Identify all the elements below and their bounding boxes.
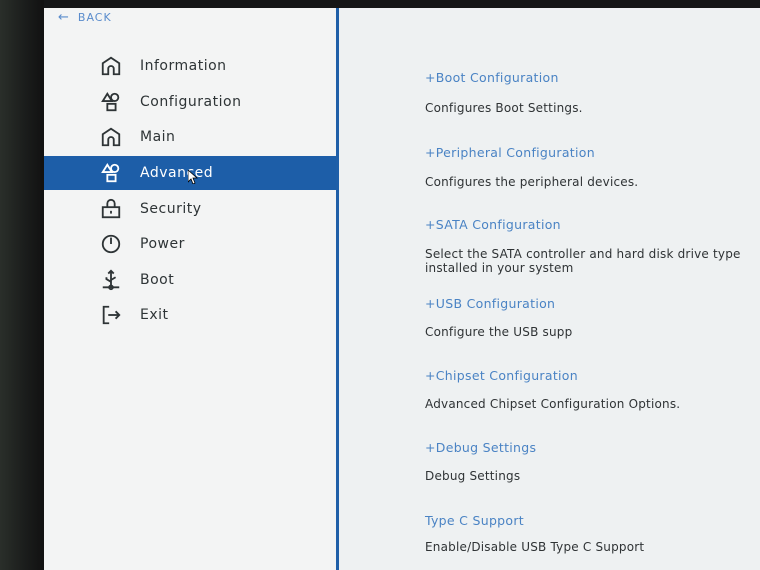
sidebar-item-configuration[interactable]: Configuration xyxy=(44,85,336,119)
main-panel: +Boot Configuration Configures Boot Sett… xyxy=(339,8,760,570)
sidebar-item-label: Advanced xyxy=(140,165,214,181)
shapes-icon xyxy=(99,90,123,114)
entry-description: Enable/Disable USB Type C Support xyxy=(425,540,645,554)
sidebar: ← BACK Information Configuration Main Ad… xyxy=(44,8,336,570)
back-button[interactable]: ← BACK xyxy=(58,10,112,25)
sidebar-item-power[interactable]: Power xyxy=(44,227,336,261)
entry-description: Configure the USB supp xyxy=(425,325,573,339)
sidebar-item-security[interactable]: Security xyxy=(44,192,336,226)
menu-entry-sata-configuration[interactable]: +SATA Configuration xyxy=(425,217,561,232)
shapes-icon xyxy=(99,161,123,185)
usb-icon xyxy=(99,268,123,292)
sidebar-item-information[interactable]: Information xyxy=(44,49,336,83)
power-icon xyxy=(99,232,123,256)
menu-entry-debug-settings[interactable]: +Debug Settings xyxy=(425,440,536,455)
bios-screen: ← BACK Information Configuration Main Ad… xyxy=(44,8,760,570)
menu-entry-usb-configuration[interactable]: +USB Configuration xyxy=(425,296,555,311)
entry-description: Configures Boot Settings. xyxy=(425,101,583,115)
menu-entry-chipset-configuration[interactable]: +Chipset Configuration xyxy=(425,368,578,383)
monitor-bezel-left xyxy=(0,0,44,570)
sidebar-item-label: Exit xyxy=(140,307,169,323)
home-icon xyxy=(99,54,123,78)
sidebar-item-label: Information xyxy=(140,58,227,74)
sidebar-item-exit[interactable]: Exit xyxy=(44,298,336,332)
entry-description: Configures the peripheral devices. xyxy=(425,175,639,189)
exit-icon xyxy=(99,303,123,327)
home-icon xyxy=(99,125,123,149)
sidebar-item-boot[interactable]: Boot xyxy=(44,263,336,297)
entry-description: Select the SATA controller and hard disk… xyxy=(425,247,741,275)
sidebar-item-label: Configuration xyxy=(140,94,242,110)
sidebar-item-main[interactable]: Main xyxy=(44,120,336,154)
menu-entry-boot-configuration[interactable]: +Boot Configuration xyxy=(425,70,559,85)
sidebar-item-label: Boot xyxy=(140,272,175,288)
menu-entry-type-c-support[interactable]: Type C Support xyxy=(425,513,524,528)
back-label: BACK xyxy=(77,11,112,24)
menu-entry-peripheral-configuration[interactable]: +Peripheral Configuration xyxy=(425,145,595,160)
entry-description: Advanced Chipset Configuration Options. xyxy=(425,397,681,411)
mouse-cursor-icon xyxy=(188,170,198,184)
back-arrow-icon: ← xyxy=(58,10,70,25)
sidebar-item-label: Power xyxy=(140,236,185,252)
lock-icon xyxy=(99,197,123,221)
sidebar-item-label: Main xyxy=(140,129,176,145)
sidebar-item-label: Security xyxy=(140,201,202,217)
entry-description: Debug Settings xyxy=(425,469,521,483)
